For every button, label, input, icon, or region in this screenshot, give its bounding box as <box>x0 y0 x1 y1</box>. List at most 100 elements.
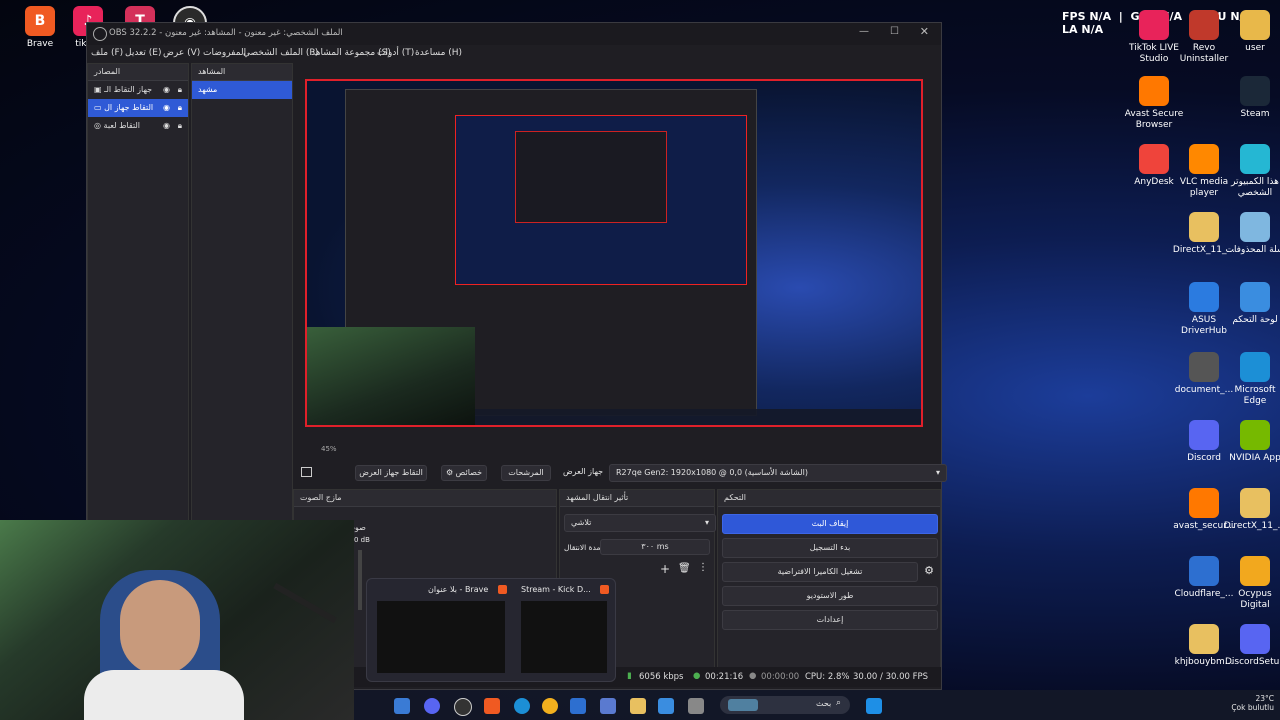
taskbar-app-1[interactable] <box>394 698 410 714</box>
cpu-usage: CPU: 2.8% <box>805 672 850 682</box>
person-body <box>84 670 244 720</box>
start-virtual-camera-button[interactable]: تشغيل الكاميرا الافتراضية <box>722 562 918 582</box>
desktop-icon-label: Brave <box>26 39 54 49</box>
source-item[interactable]: ◎ التقاط لعبة ◉ 🔒︎ <box>88 117 188 135</box>
lock-icon[interactable]: 🔒︎ <box>178 117 182 135</box>
source-item[interactable]: ▭ التقاط جهاز ال ◉ 🔒︎ <box>88 99 188 117</box>
folder-icon <box>1189 212 1219 242</box>
menu-view[interactable]: عرض (V) <box>163 48 200 58</box>
desktop-icon-item[interactable]: user <box>1223 10 1280 54</box>
taskbar-explorer-icon[interactable] <box>630 698 646 714</box>
record-status-icon: ● <box>749 671 757 681</box>
close-icon[interactable]: ✕ <box>920 25 929 38</box>
thumbnail-label: Stream - Kick D... <box>521 585 591 594</box>
scenes-dock: المشاهد مشهد <box>191 63 293 523</box>
minimize-icon[interactable]: — <box>859 26 869 37</box>
desktop-icon-item[interactable]: Microsoft Edge <box>1223 352 1280 407</box>
taskbar-taskview-icon[interactable] <box>688 698 704 714</box>
controls-title: التحكم <box>724 493 746 502</box>
menu-edit[interactable]: تعديل (E) <box>125 48 161 58</box>
visibility-icon[interactable]: ◉ <box>163 99 170 117</box>
add-icon[interactable]: + <box>660 562 670 576</box>
webcam-overlay <box>0 520 354 720</box>
start-recording-button[interactable]: بدء التسجيل <box>722 538 938 558</box>
record-time: 00:00:00 <box>761 672 800 682</box>
mixer-db: 0 dB <box>354 536 370 544</box>
maximize-icon[interactable]: ☐ <box>890 26 899 37</box>
duration-input[interactable]: ٣٠٠ ms <box>600 539 710 555</box>
taskbar-app-2[interactable] <box>570 698 586 714</box>
trash-icon[interactable]: 🗑︎ <box>678 563 691 574</box>
stream-status-icon: ● <box>693 671 701 681</box>
search-widget-image <box>728 699 758 711</box>
mixer-header: مازج الصوت <box>294 490 556 507</box>
controls-dock: التحكم إيقاف البث بدء التسجيل تشغيل الكا… <box>717 489 941 669</box>
volume-slider[interactable] <box>358 550 362 610</box>
folder-user-icon <box>1240 10 1270 40</box>
menu-help[interactable]: مساعدة (H) <box>415 48 462 58</box>
studio-mode-button[interactable]: طور الاستوديو <box>722 586 938 606</box>
search-placeholder: بحث <box>816 699 832 708</box>
settings-button[interactable]: إعدادات <box>722 610 938 630</box>
chevron-down-icon: ▾ <box>935 468 940 477</box>
taskbar-chrome-icon[interactable] <box>542 698 558 714</box>
thumbnail-stream[interactable]: Stream - Kick D... <box>517 583 611 677</box>
menu-profile[interactable]: الملف الشخصي (P) <box>243 48 318 58</box>
menu-file[interactable]: ملف (F) <box>91 48 123 58</box>
anydesk-icon <box>1139 144 1169 174</box>
taskbar-obs-icon[interactable] <box>454 698 472 716</box>
virtual-camera-settings-icon[interactable]: ⚙ <box>924 564 934 577</box>
desktop-icon-label: DirectX_11_... <box>1223 521 1280 531</box>
device-select[interactable]: R27qe Gen2: 1920x1080 @ 0,0 (الشاشة الأس… <box>609 464 947 482</box>
source-item[interactable]: ▣ جهاز التقاط الـ ◉ 🔒︎ <box>88 81 188 99</box>
lock-icon[interactable]: 🔒︎ <box>178 81 182 99</box>
source-toolbar-icon <box>301 467 312 477</box>
desktop-icon-item[interactable]: لوحة التحكم <box>1223 282 1280 326</box>
desktop-icon-item[interactable]: DirectX_11_... <box>1223 488 1280 532</box>
taskbar-edge-icon[interactable] <box>514 698 530 714</box>
properties-button[interactable]: ⚙ خصائص <box>441 465 487 481</box>
desktop-icon-item[interactable]: Ocypus Digital <box>1223 556 1280 611</box>
start-icon[interactable] <box>866 698 882 714</box>
desktop-icon-label: NVIDIA App <box>1229 453 1280 463</box>
taskbar-brave-icon[interactable] <box>484 698 500 714</box>
weather-widget[interactable]: 23°C Çok bulutlu <box>1214 694 1274 712</box>
discord-icon <box>1189 420 1219 450</box>
controls-header: التحكم <box>718 490 940 507</box>
menu-tools[interactable]: أدوات (T) <box>377 48 414 58</box>
visibility-icon[interactable]: ◉ <box>163 117 170 135</box>
fps-label: FPS <box>1062 10 1086 23</box>
desktop-icon-label: Steam <box>1240 109 1270 119</box>
more-icon[interactable]: ⋮ <box>698 562 708 573</box>
desktop-icon-item[interactable]: Steam <box>1223 76 1280 120</box>
desktop-icon-item[interactable]: هذا الكمبيوتر الشخصي <box>1223 144 1280 199</box>
desktop-icon-item[interactable]: NVIDIA App <box>1223 420 1280 464</box>
tiktok-live-icon <box>1139 10 1169 40</box>
bitrate: 6056 kbps <box>639 672 684 682</box>
menu-dockable[interactable]: المفروضات <box>203 48 246 58</box>
network-icon: ▮ <box>627 671 632 681</box>
thumbnail-preview <box>521 601 607 673</box>
preview-canvas[interactable] <box>305 79 923 427</box>
source-toolbar: التقاط جهاز العرض ⚙ خصائص المرشحات جهاز … <box>291 463 947 483</box>
desktop-icon-label: Ocypus Digital <box>1238 589 1272 610</box>
desktop-icon-item[interactable]: DiscordSetup <box>1223 624 1280 668</box>
desktop-icon-item[interactable]: سلة المحذوفات <box>1223 212 1280 256</box>
folder-icon <box>1189 624 1219 654</box>
scene-item[interactable]: مشهد <box>192 81 292 99</box>
stop-stream-button[interactable]: إيقاف البث <box>722 514 938 534</box>
discord-setup-icon <box>1240 624 1270 654</box>
taskbar-app-3[interactable] <box>658 698 674 714</box>
visibility-icon[interactable]: ◉ <box>163 81 170 99</box>
thumbnail-brave[interactable]: بلا عنوان - Brave <box>373 583 509 677</box>
taskbar-search[interactable]: بحث ⌕ <box>720 696 850 714</box>
taskbar-store-icon[interactable] <box>600 698 616 714</box>
capture-display-button[interactable]: التقاط جهاز العرض <box>355 465 427 481</box>
lock-icon[interactable]: 🔒︎ <box>178 99 182 117</box>
taskbar-discord-icon[interactable] <box>424 698 440 714</box>
filters-button[interactable]: المرشحات <box>501 465 551 481</box>
desktop-icon-item[interactable]: Avast Secure Browser <box>1122 76 1186 131</box>
desktop-icon-label: ASUS DriverHub <box>1181 315 1227 336</box>
chevron-down-icon: ▾ <box>704 518 709 527</box>
transition-select[interactable]: تلاشي ▾ <box>564 514 716 532</box>
